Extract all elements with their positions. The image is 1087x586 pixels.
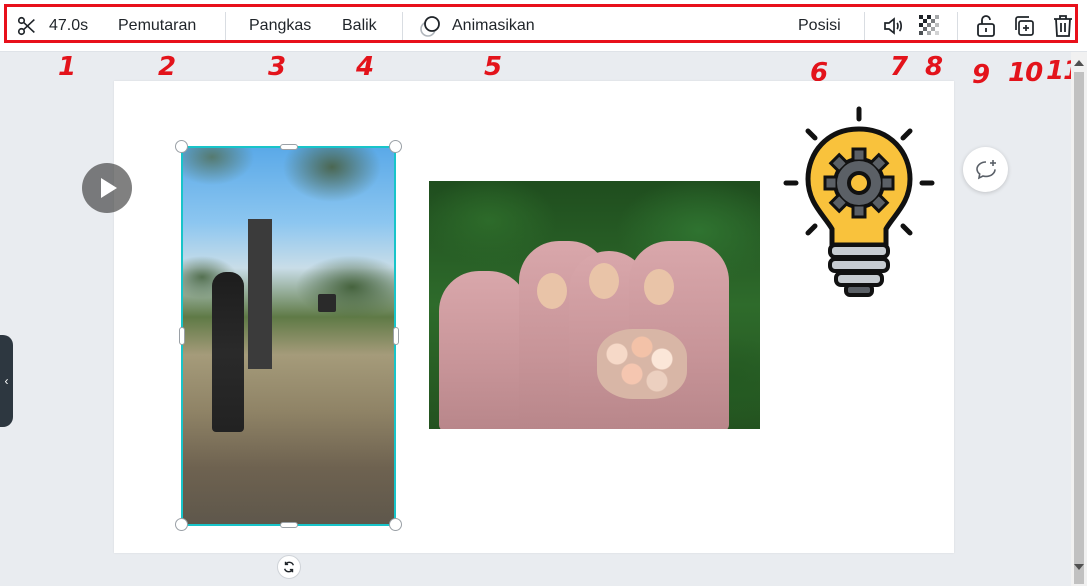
scroll-up-arrow-icon[interactable] [1074, 60, 1084, 66]
crop-button[interactable]: Pangkas [249, 0, 311, 52]
transparency-icon[interactable] [919, 0, 941, 52]
resize-handle[interactable] [389, 518, 402, 531]
animate-icon[interactable] [418, 0, 442, 52]
selection-border [181, 146, 396, 526]
divider [402, 12, 403, 40]
scroll-down-arrow-icon[interactable] [1074, 564, 1084, 570]
divider [957, 12, 958, 40]
play-icon[interactable] [82, 163, 132, 213]
chevron-left-icon: ‹ [4, 374, 9, 388]
volume-icon[interactable] [881, 0, 905, 52]
duration-label[interactable]: 47.0s [49, 0, 88, 52]
trash-icon[interactable] [1052, 0, 1074, 52]
resize-handle[interactable] [175, 518, 188, 531]
lightbulb-gear-icon[interactable] [780, 105, 938, 301]
duplicate-icon[interactable] [1012, 0, 1036, 52]
annotation-number: 4 [356, 52, 374, 82]
annotation-number: 5 [484, 52, 502, 82]
resize-handle[interactable] [280, 522, 298, 528]
divider [225, 12, 226, 40]
scissors-icon[interactable] [16, 0, 38, 52]
annotation-number: 2 [158, 52, 176, 82]
resize-handle[interactable] [393, 327, 399, 345]
resize-handle[interactable] [389, 140, 402, 153]
photo-scene [644, 269, 674, 305]
flip-button[interactable]: Balik [342, 0, 377, 52]
photo-scene [589, 263, 619, 299]
annotation-number: 8 [925, 52, 943, 82]
annotation-number: 7 [890, 52, 908, 82]
annotation-number: 1 [58, 52, 76, 82]
toolbar: 47.0s Pemutaran Pangkas Balik Animasikan… [0, 0, 1087, 52]
photo-scene [537, 273, 567, 309]
lock-icon[interactable] [975, 0, 997, 52]
scroll-thumb[interactable] [1074, 72, 1084, 584]
photo-scene [597, 329, 687, 399]
resize-handle[interactable] [175, 140, 188, 153]
annotation-number: 3 [268, 52, 286, 82]
resize-handle[interactable] [280, 144, 298, 150]
photo-element[interactable] [429, 181, 760, 429]
vertical-scrollbar[interactable] [1071, 52, 1087, 586]
annotation-number: 10 [1008, 58, 1043, 88]
rotate-icon[interactable] [277, 555, 301, 579]
photo-scene [439, 271, 529, 429]
position-button[interactable]: Posisi [798, 0, 841, 52]
playback-button[interactable]: Pemutaran [118, 0, 196, 52]
add-comment-icon[interactable] [963, 147, 1008, 192]
annotation-number: 9 [972, 60, 990, 90]
animate-button[interactable]: Animasikan [452, 0, 535, 52]
resize-handle[interactable] [179, 327, 185, 345]
divider [864, 12, 865, 40]
collapse-panel-tab[interactable]: ‹ [0, 335, 13, 427]
